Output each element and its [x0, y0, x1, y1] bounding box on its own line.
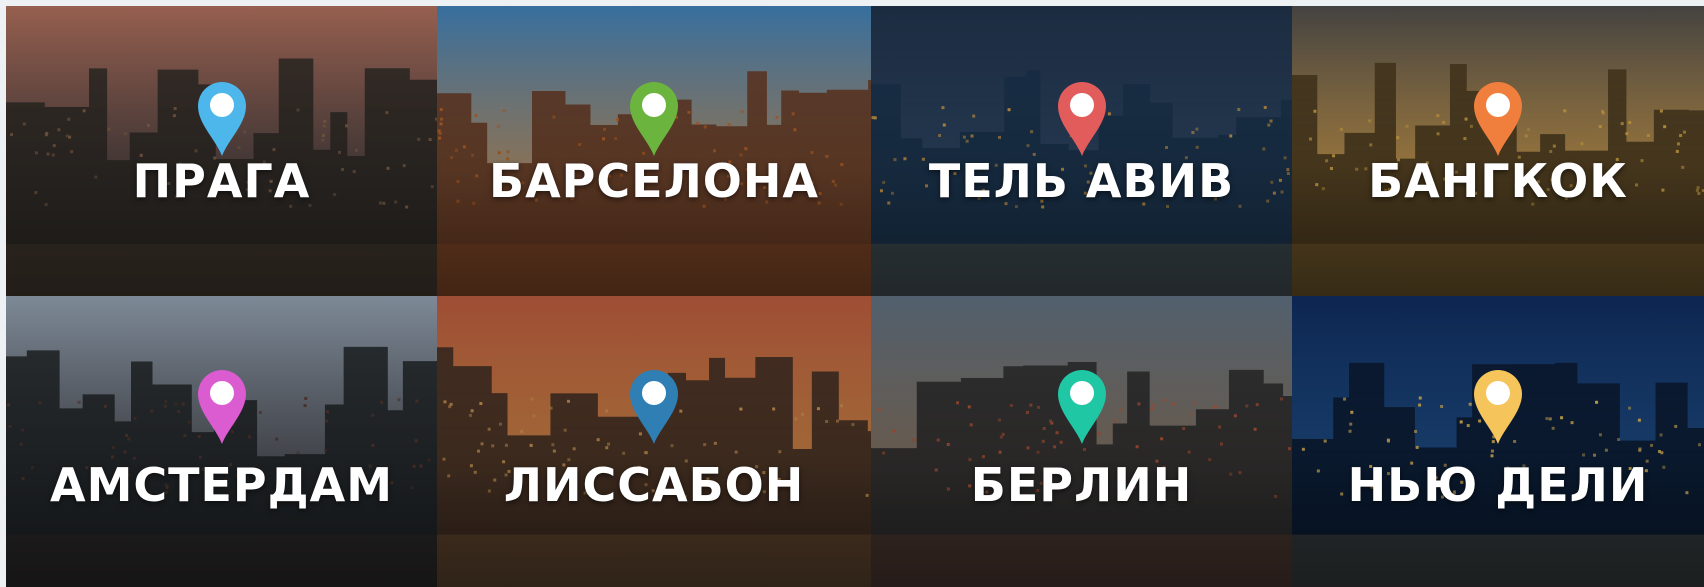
map-pin-icon	[194, 366, 250, 446]
city-name: БАНГКОК	[1368, 154, 1628, 208]
city-tile-7[interactable]: БЕРЛИН	[871, 296, 1292, 587]
city-tile-4[interactable]: БАНГКОК	[1292, 6, 1704, 296]
city-tile-1[interactable]: ПРАГА	[6, 6, 437, 296]
map-pin-icon	[626, 78, 682, 158]
city-name: НЬЮ ДЕЛИ	[1347, 458, 1649, 512]
city-name: ТЕЛЬ АВИВ	[928, 154, 1235, 208]
city-tile-8[interactable]: НЬЮ ДЕЛИ	[1292, 296, 1704, 587]
map-pin-icon	[1054, 366, 1110, 446]
city-name: БАРСЕЛОНА	[489, 154, 819, 208]
map-pin-icon	[194, 78, 250, 158]
city-tile-5[interactable]: АМСТЕРДАМ	[6, 296, 437, 587]
city-name: БЕРЛИН	[970, 458, 1193, 512]
city-tile-2[interactable]: БАРСЕЛОНА	[437, 6, 871, 296]
city-grid: ПРАГА БАРСЕЛОНА ТЕЛЬ АВИВ БАНГКОК АМСТЕР…	[6, 6, 1704, 587]
map-pin-icon	[1054, 78, 1110, 158]
map-pin-icon	[1470, 366, 1526, 446]
city-name: ЛИССАБОН	[503, 458, 805, 512]
map-pin-icon	[626, 366, 682, 446]
map-pin-icon	[1470, 78, 1526, 158]
city-tile-3[interactable]: ТЕЛЬ АВИВ	[871, 6, 1292, 296]
city-name: ПРАГА	[132, 154, 311, 208]
city-tile-6[interactable]: ЛИССАБОН	[437, 296, 871, 587]
city-name: АМСТЕРДАМ	[50, 458, 393, 512]
